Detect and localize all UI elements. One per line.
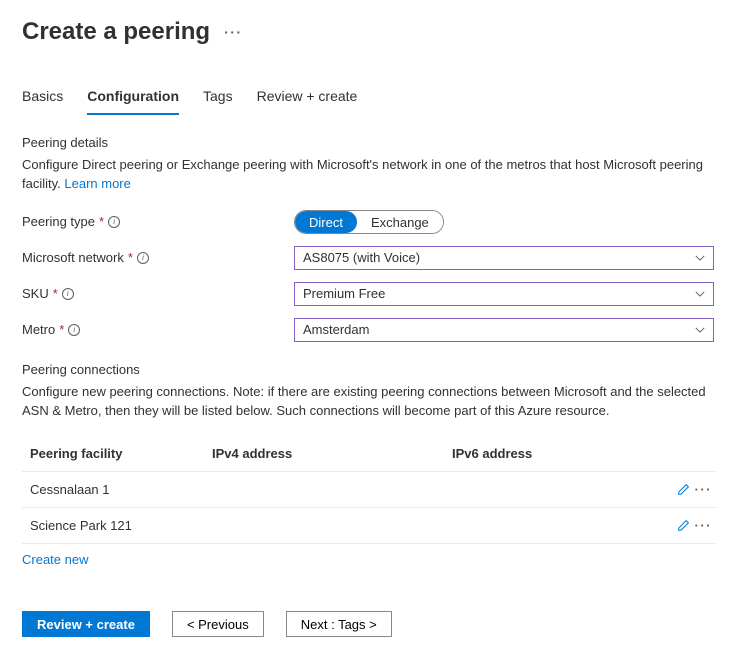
next-button[interactable]: Next : Tags > (286, 611, 392, 637)
col-header-ipv6: IPv6 address (452, 446, 660, 461)
row-sku: SKU * i Premium Free (22, 282, 714, 306)
metro-select[interactable]: Amsterdam (294, 318, 714, 342)
footer-actions: Review + create < Previous Next : Tags > (22, 611, 714, 637)
previous-button[interactable]: < Previous (172, 611, 264, 637)
table-row: Cessnalaan 1 ··· (22, 472, 716, 508)
sku-select[interactable]: Premium Free (294, 282, 714, 306)
info-icon[interactable]: i (62, 288, 74, 300)
row-peering-type: Peering type * i Direct Exchange (22, 210, 714, 234)
required-asterisk: * (128, 250, 133, 265)
page-title: Create a peering ··· (22, 18, 714, 46)
peering-details-heading: Peering details (22, 135, 714, 150)
tab-basics[interactable]: Basics (22, 84, 63, 115)
learn-more-link[interactable]: Learn more (64, 176, 130, 191)
info-icon[interactable]: i (68, 324, 80, 336)
page-title-text: Create a peering (22, 18, 210, 46)
row-metro: Metro * i Amsterdam (22, 318, 714, 342)
col-header-ipv4: IPv4 address (212, 446, 452, 461)
peering-details-description: Configure Direct peering or Exchange pee… (22, 156, 714, 194)
peering-type-toggle[interactable]: Direct Exchange (294, 210, 444, 234)
label-microsoft-network: Microsoft network * i (22, 250, 294, 265)
col-header-facility: Peering facility (22, 446, 212, 461)
info-icon[interactable]: i (108, 216, 120, 228)
tab-bar: Basics Configuration Tags Review + creat… (22, 84, 714, 115)
review-create-button[interactable]: Review + create (22, 611, 150, 637)
microsoft-network-select[interactable]: AS8075 (with Voice) (294, 246, 714, 270)
required-asterisk: * (99, 214, 104, 229)
required-asterisk: * (53, 286, 58, 301)
more-actions-button[interactable]: ··· (224, 24, 243, 40)
tab-tags[interactable]: Tags (203, 84, 233, 115)
table-row: Science Park 121 ··· (22, 508, 716, 544)
label-metro: Metro * i (22, 322, 294, 337)
label-peering-type: Peering type * i (22, 214, 294, 229)
row-more-button[interactable]: ··· (695, 518, 713, 533)
connections-heading: Peering connections (22, 362, 714, 377)
peering-type-exchange[interactable]: Exchange (357, 211, 443, 233)
connections-description: Configure new peering connections. Note:… (22, 383, 714, 421)
row-more-button[interactable]: ··· (695, 482, 713, 497)
cell-facility: Science Park 121 (22, 518, 212, 533)
edit-icon[interactable] (677, 482, 691, 497)
required-asterisk: * (59, 322, 64, 337)
peering-type-direct[interactable]: Direct (295, 211, 357, 233)
label-sku: SKU * i (22, 286, 294, 301)
cell-facility: Cessnalaan 1 (22, 482, 212, 497)
tab-configuration[interactable]: Configuration (87, 84, 179, 115)
row-microsoft-network: Microsoft network * i AS8075 (with Voice… (22, 246, 714, 270)
connections-table: Peering facility IPv4 address IPv6 addre… (22, 436, 716, 544)
chevron-down-icon (695, 253, 705, 263)
tab-review-create[interactable]: Review + create (257, 84, 358, 115)
chevron-down-icon (695, 289, 705, 299)
edit-icon[interactable] (677, 518, 691, 533)
chevron-down-icon (695, 325, 705, 335)
table-header: Peering facility IPv4 address IPv6 addre… (22, 436, 716, 472)
create-new-link[interactable]: Create new (22, 552, 88, 567)
info-icon[interactable]: i (137, 252, 149, 264)
